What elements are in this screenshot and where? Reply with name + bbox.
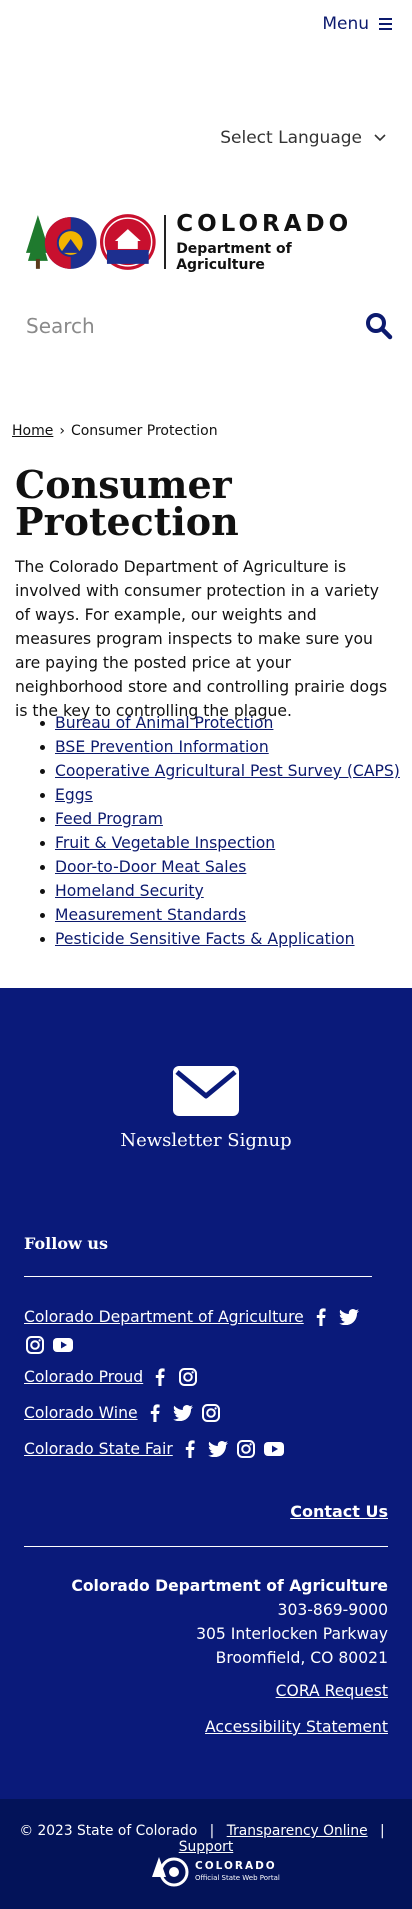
list-item: Bureau of Animal Protection (34, 711, 400, 735)
language-select[interactable]: Select Language (220, 128, 386, 148)
contact-address: Colorado Department of Agriculture 303-8… (71, 1574, 388, 1670)
twitter-icon[interactable] (172, 1402, 194, 1424)
bottom-bar: © 2023 State of Colorado | Transparency … (0, 1799, 412, 1909)
chevron-down-icon (374, 134, 386, 142)
search-icon (366, 313, 393, 340)
address-street: 305 Interlocken Parkway (196, 1625, 388, 1643)
separator: | (380, 1823, 385, 1839)
link-pesticide-sensitive[interactable]: Pesticide Sensitive Facts & Application (55, 930, 355, 948)
search-button[interactable] (362, 309, 396, 343)
link-feed-program[interactable]: Feed Program (55, 810, 163, 828)
portal-text: COLORADO Official State Web Portal (195, 1860, 280, 1882)
social-row-colorado-proud: Colorado Proud (24, 1366, 199, 1388)
address-city: Broomfield, CO 80021 (215, 1649, 388, 1667)
logo-divider (164, 215, 167, 269)
transparency-online-link[interactable]: Transparency Online (227, 1823, 368, 1839)
instagram-icon[interactable] (177, 1366, 199, 1388)
colorado-c-logo-icon (25, 215, 97, 269)
portal-subtitle: Official State Web Portal (195, 1874, 280, 1882)
social-link-cda[interactable]: Colorado Department of Agriculture (24, 1308, 304, 1326)
portal-colorado: COLORADO (195, 1860, 277, 1872)
link-fruit-vegetable[interactable]: Fruit & Vegetable Inspection (55, 834, 275, 852)
list-item: Homeland Security (34, 879, 400, 903)
instagram-icon[interactable] (200, 1402, 222, 1424)
cda-logo[interactable]: COLORADO Department of Agriculture (24, 211, 384, 273)
envelope-icon (173, 1066, 239, 1116)
address-org: Colorado Department of Agriculture (71, 1577, 388, 1595)
link-bse-prevention[interactable]: BSE Prevention Information (55, 738, 269, 756)
breadcrumb: Home › Consumer Protection (12, 423, 218, 439)
youtube-icon[interactable] (52, 1334, 74, 1356)
breadcrumb-current: Consumer Protection (70, 423, 218, 439)
list-item: Cooperative Agricultural Pest Survey (CA… (34, 759, 400, 783)
menu-button[interactable]: Menu (322, 14, 392, 34)
logo-department: Department of Agriculture (176, 241, 292, 273)
newsletter-signup-button[interactable]: Newsletter Signup (0, 1066, 412, 1151)
list-item: Measurement Standards (34, 903, 400, 927)
divider (24, 1276, 372, 1277)
colorado-state-logo-icon (152, 1857, 189, 1887)
breadcrumb-separator: › (59, 423, 65, 439)
link-bureau-animal-protection[interactable]: Bureau of Animal Protection (55, 714, 273, 732)
twitter-icon[interactable] (207, 1438, 229, 1460)
accessibility-statement-link[interactable]: Accessibility Statement (205, 1718, 388, 1736)
social-row-colorado-wine: Colorado Wine (24, 1402, 222, 1424)
search-input[interactable] (16, 314, 316, 338)
address-phone: 303-869-9000 (277, 1601, 388, 1619)
separator: | (209, 1823, 215, 1839)
list-item: Door-to-Door Meat Sales (34, 855, 400, 879)
cda-seal-icon (99, 214, 156, 270)
copyright-text: © 2023 State of Colorado (19, 1823, 198, 1839)
bottom-links: © 2023 State of Colorado | Transparency … (0, 1823, 412, 1855)
youtube-icon[interactable] (263, 1438, 285, 1460)
contact-us-link[interactable]: Contact Us (290, 1502, 388, 1521)
hamburger-icon (379, 18, 392, 30)
search-bar (16, 306, 396, 346)
facebook-icon[interactable] (149, 1366, 171, 1388)
program-links-list: Bureau of Animal Protection BSE Preventi… (34, 711, 400, 951)
cora-request: CORA Request (276, 1682, 388, 1700)
cora-request-link[interactable]: CORA Request (276, 1682, 388, 1700)
social-link-colorado-proud[interactable]: Colorado Proud (24, 1368, 143, 1386)
facebook-icon[interactable] (144, 1402, 166, 1424)
language-select-label: Select Language (220, 128, 362, 148)
social-link-colorado-state-fair[interactable]: Colorado State Fair (24, 1440, 173, 1458)
link-homeland-security[interactable]: Homeland Security (55, 882, 204, 900)
list-item: BSE Prevention Information (34, 735, 400, 759)
social-row-colorado-state-fair: Colorado State Fair (24, 1438, 285, 1460)
newsletter-label: Newsletter Signup (120, 1130, 292, 1151)
page-title: Consumer Protection (15, 462, 239, 544)
facebook-icon[interactable] (179, 1438, 201, 1460)
instagram-icon[interactable] (24, 1334, 46, 1356)
instagram-icon[interactable] (235, 1438, 257, 1460)
logo-colorado: COLORADO (176, 211, 353, 237)
divider (24, 1546, 388, 1547)
state-portal-logo[interactable]: COLORADO Official State Web Portal (151, 1855, 280, 1887)
support-link[interactable]: Support (179, 1839, 234, 1855)
twitter-icon[interactable] (338, 1306, 360, 1328)
list-item: Eggs (34, 783, 400, 807)
list-item: Fruit & Vegetable Inspection (34, 831, 400, 855)
list-item: Feed Program (34, 807, 400, 831)
facebook-icon[interactable] (310, 1306, 332, 1328)
footer: Newsletter Signup Follow us Colorado Dep… (0, 988, 412, 1799)
contact-us: Contact Us (290, 1502, 388, 1521)
list-item: Pesticide Sensitive Facts & Application (34, 927, 400, 951)
link-caps[interactable]: Cooperative Agricultural Pest Survey (CA… (55, 762, 400, 780)
follow-us-heading: Follow us (24, 1234, 108, 1253)
breadcrumb-home[interactable]: Home (12, 423, 53, 439)
social-row-cda: Colorado Department of Agriculture (24, 1306, 384, 1356)
logo-text: COLORADO Department of Agriculture (176, 211, 384, 273)
link-eggs[interactable]: Eggs (55, 786, 93, 804)
accessibility-statement: Accessibility Statement (205, 1718, 388, 1736)
link-door-to-door-meat[interactable]: Door-to-Door Meat Sales (55, 858, 246, 876)
intro-text: The Colorado Department of Agriculture i… (15, 558, 388, 720)
menu-label: Menu (322, 14, 369, 34)
link-measurement-standards[interactable]: Measurement Standards (55, 906, 246, 924)
social-link-colorado-wine[interactable]: Colorado Wine (24, 1404, 138, 1422)
